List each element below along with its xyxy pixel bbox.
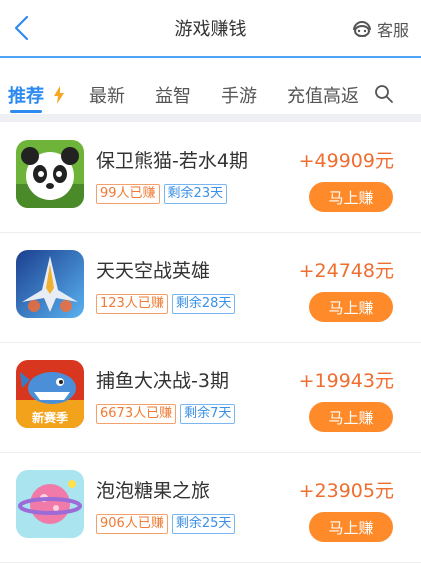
game-name: 天天空战英雄 [96, 260, 211, 282]
top-nav-bar: 游戏赚钱 客服 [0, 0, 421, 58]
days-remaining-badge: 剩余23天 [163, 184, 228, 204]
candy-planet-game-icon[interactable] [16, 470, 84, 538]
earn-now-button[interactable]: 马上赚 [309, 402, 393, 432]
earn-now-button[interactable]: 马上赚 [309, 292, 393, 322]
customer-service-label: 客服 [376, 21, 409, 40]
list-item[interactable]: 新赛季 捕鱼大决战-3期 6673人已赚 剩余7天 +19943元 马上赚 [0, 342, 421, 453]
game-name: 保卫熊猫-若水4期 [96, 150, 248, 172]
lightning-icon [54, 86, 64, 104]
days-remaining-badge: 剩余7天 [180, 404, 236, 424]
panda-game-icon[interactable] [16, 140, 84, 208]
game-name: 捕鱼大决战-3期 [96, 370, 229, 392]
reward-amount: +49909元 [298, 150, 394, 172]
tab-latest[interactable]: 最新 [89, 82, 125, 108]
earn-now-button[interactable]: 马上赚 [309, 512, 393, 542]
days-remaining-badge: 剩余25天 [171, 514, 236, 534]
earn-now-button[interactable]: 马上赚 [309, 182, 393, 212]
tab-mobile-games[interactable]: 手游 [221, 82, 257, 108]
tab-puzzle[interactable]: 益智 [155, 82, 191, 108]
tab-recommended[interactable]: 推荐 [8, 82, 44, 108]
reward-amount: +23905元 [298, 480, 394, 502]
earned-users-badge: 906人已赚 [96, 514, 168, 534]
icon-caption: 新赛季 [32, 410, 69, 425]
reward-amount: +19943元 [298, 370, 394, 392]
days-remaining-badge: 剩余28天 [171, 294, 236, 314]
list-item[interactable]: 泡泡糖果之旅 906人已赚 剩余25天 +23905元 马上赚 [0, 452, 421, 563]
tab-recharge-rebate[interactable]: 充值高返 [287, 82, 359, 108]
category-tabs: 推荐 最新 益智 手游 充值高返 [0, 64, 421, 114]
search-icon[interactable] [374, 84, 394, 104]
reward-amount: +24748元 [298, 260, 394, 282]
fighter-jet-game-icon[interactable] [16, 250, 84, 318]
list-item[interactable]: 天天空战英雄 123人已赚 剩余28天 +24748元 马上赚 [0, 232, 421, 343]
active-tab-indicator [10, 110, 42, 113]
section-divider [0, 114, 421, 122]
game-name: 泡泡糖果之旅 [96, 480, 211, 502]
earned-users-badge: 123人已赚 [96, 294, 168, 314]
list-item[interactable]: 保卫熊猫-若水4期 99人已赚 剩余23天 +49909元 马上赚 [0, 122, 421, 233]
headset-icon [352, 21, 371, 37]
customer-service-button[interactable]: 客服 [351, 17, 409, 41]
earned-users-badge: 6673人已赚 [96, 404, 177, 424]
shark-fishing-game-icon[interactable]: 新赛季 [16, 360, 84, 428]
earned-users-badge: 99人已赚 [96, 184, 160, 204]
